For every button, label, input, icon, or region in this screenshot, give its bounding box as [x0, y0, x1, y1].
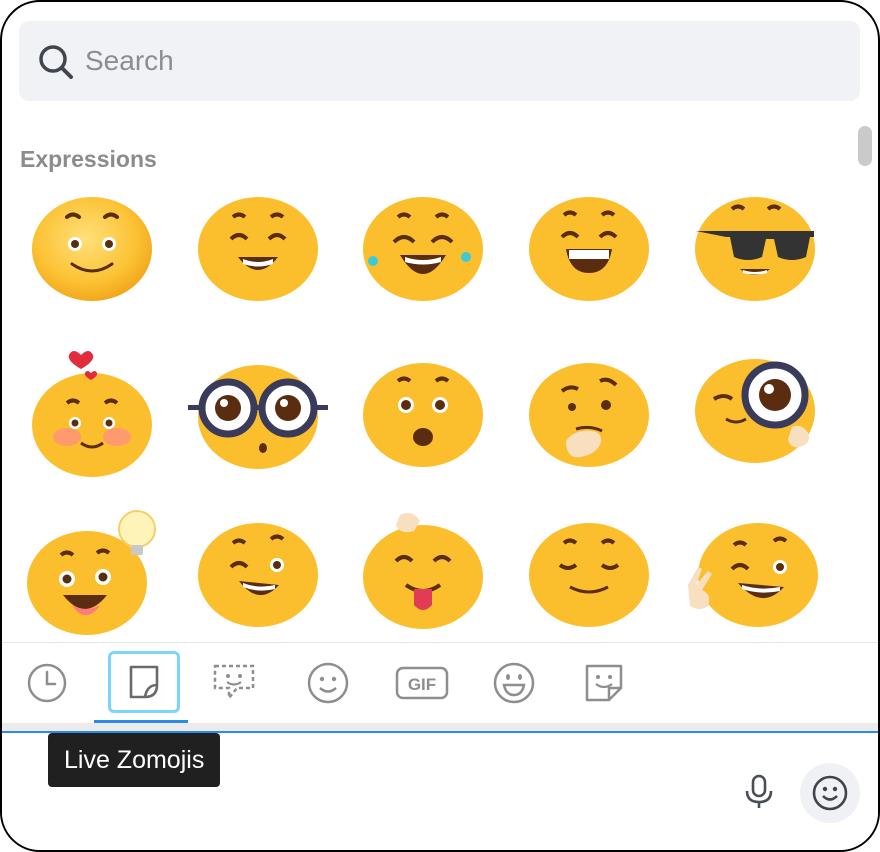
emoji-thinking[interactable]	[514, 345, 664, 495]
speech-sticker-icon	[213, 664, 255, 702]
sticker-note-icon	[129, 665, 159, 699]
search-input[interactable]	[85, 41, 825, 81]
emoji-nerd-glasses[interactable]	[183, 345, 333, 495]
microphone-icon[interactable]	[742, 774, 776, 810]
emoji-idea-bulb[interactable]	[17, 509, 167, 659]
gif-icon: GIF	[395, 666, 449, 700]
tab-emoji[interactable]	[298, 651, 358, 715]
emoji-picker-panel: Expressions	[0, 0, 880, 852]
emoji-smiling-face[interactable]	[17, 187, 167, 337]
scrollbar-thumb[interactable]	[858, 126, 872, 166]
emoji-peace-sign[interactable]	[680, 509, 830, 659]
svg-text:GIF: GIF	[408, 675, 436, 694]
emoji-sunglasses[interactable]	[680, 187, 830, 337]
scrollbar-track[interactable]	[849, 122, 877, 642]
tab-speech-sticker[interactable]	[204, 651, 264, 715]
emoji-tongue-out[interactable]	[348, 509, 498, 659]
emoji-grid	[2, 187, 850, 642]
sticker-face-icon	[585, 664, 623, 702]
emoji-grinning-closed-eyes[interactable]	[183, 187, 333, 337]
smiley-icon	[812, 775, 848, 811]
tab-gif[interactable]: GIF	[392, 651, 452, 715]
search-bar[interactable]	[19, 21, 860, 101]
emoji-surprised[interactable]	[348, 345, 498, 495]
tab-live-zomojis[interactable]	[108, 651, 180, 713]
emoji-magnifying-glass[interactable]	[680, 345, 830, 495]
tooltip-live-zomojis: Live Zomojis	[48, 733, 221, 787]
tab-recent[interactable]	[17, 651, 77, 715]
search-icon	[39, 45, 73, 79]
section-title: Expressions	[20, 146, 157, 172]
tab-grin[interactable]	[484, 651, 544, 715]
emoji-blushing-heart[interactable]	[17, 345, 167, 495]
emoji-toggle-button[interactable]	[800, 763, 860, 823]
tab-sticker[interactable]	[574, 651, 634, 715]
emoji-face-icon	[307, 662, 349, 704]
emoji-winking[interactable]	[183, 509, 333, 659]
emoji-laughing-tears[interactable]	[348, 187, 498, 337]
grin-face-icon	[493, 662, 535, 704]
category-tabbar: GIF	[2, 643, 878, 723]
emoji-content[interactable]	[514, 509, 664, 659]
clock-icon	[27, 663, 67, 703]
emoji-big-grin[interactable]	[514, 187, 664, 337]
tabbar-bottom-strip	[2, 723, 878, 731]
